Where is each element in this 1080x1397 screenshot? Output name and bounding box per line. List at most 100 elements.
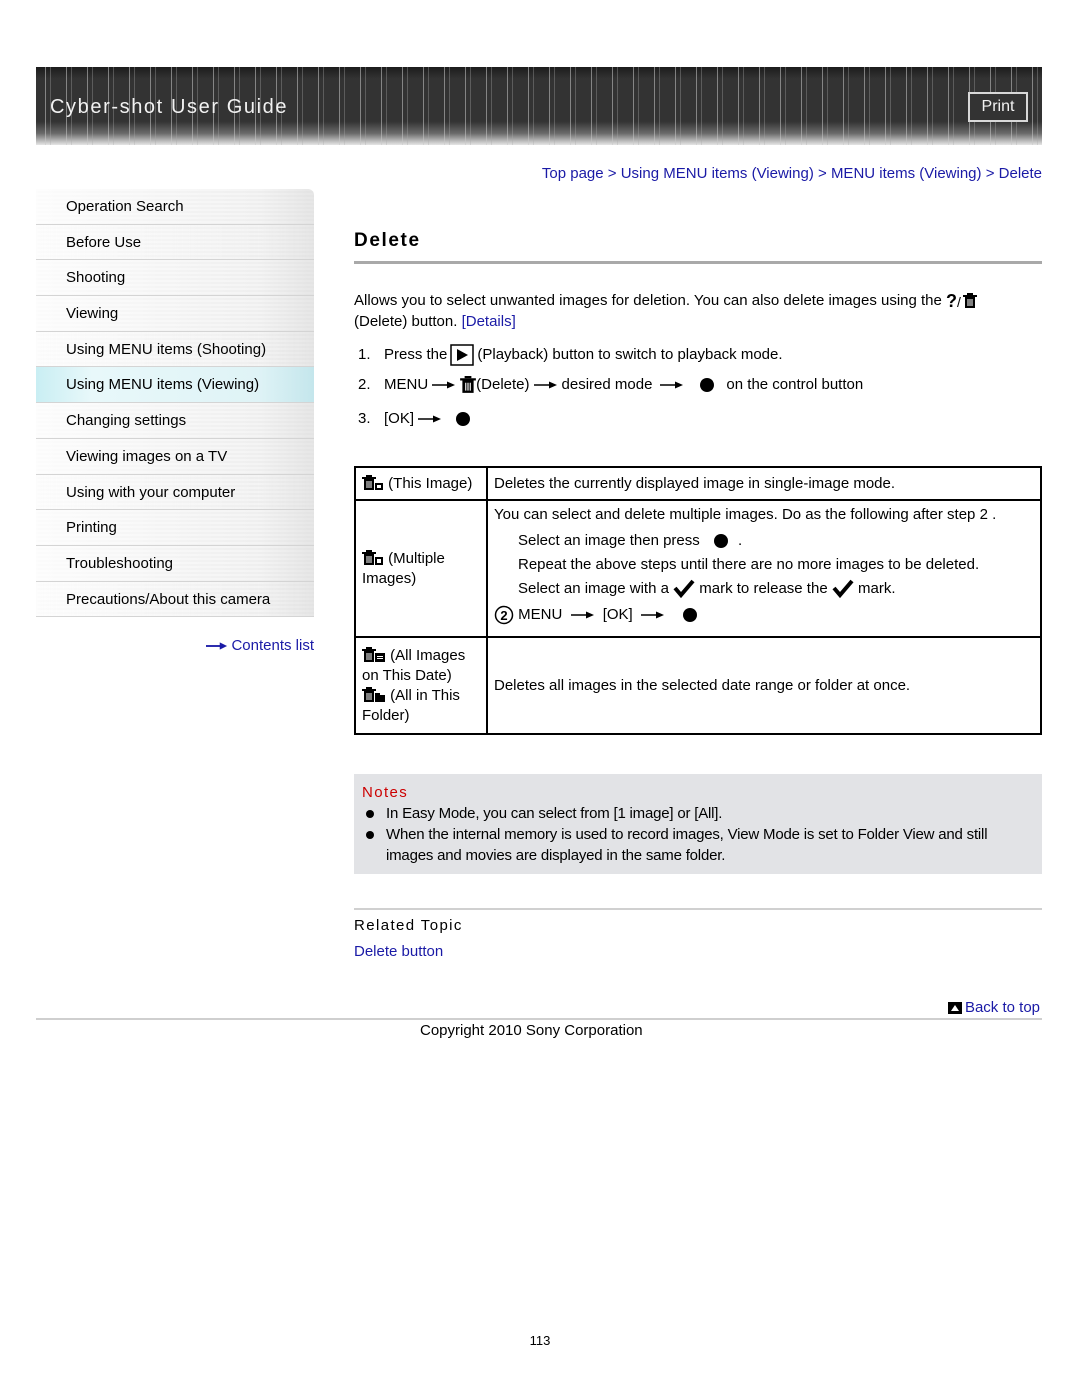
help-delete-button-icon: ? / xyxy=(946,291,978,311)
table-row: (Multiple Images) You can select and del… xyxy=(354,499,1042,638)
sidebar-item-viewing-on-tv[interactable]: Viewing images on a TV xyxy=(36,438,314,475)
main-content: Delete Allows you to select unwanted ima… xyxy=(354,230,1042,434)
notes-box: Notes In Easy Mode, you can select from … xyxy=(354,774,1042,874)
delete-modes-table: (This Image) Deletes the currently displ… xyxy=(354,466,1042,735)
sidebar-item-troubleshooting[interactable]: Troubleshooting xyxy=(36,545,314,582)
sidebar-item-printing[interactable]: Printing xyxy=(36,510,314,546)
sidebar-item-menu-shooting[interactable]: Using MENU items (Shooting) xyxy=(36,331,314,368)
breadcrumb-using-menu-viewing[interactable]: Using MENU items (Viewing) xyxy=(621,165,814,182)
sub-step-text: [OK] xyxy=(602,606,633,623)
sub-step: 2 MENU [OK] xyxy=(494,601,1034,629)
step-text: (Playback) button to switch to playback … xyxy=(477,346,783,364)
delete-trash-icon xyxy=(460,376,477,394)
breadcrumb-menu-items-viewing[interactable]: MENU items (Viewing) xyxy=(831,165,982,182)
control-button-center-icon xyxy=(683,608,698,623)
sub-step-text: mark. xyxy=(858,580,896,597)
svg-text:2: 2 xyxy=(500,608,507,623)
up-arrow-icon xyxy=(947,1002,962,1015)
arrow-right-icon xyxy=(570,610,595,620)
details-link[interactable]: [Details] xyxy=(462,313,516,330)
sidebar-item-precautions[interactable]: Precautions/About this camera xyxy=(36,581,314,618)
mode-cell: (All Images on This Date) (All in This F… xyxy=(354,636,488,735)
arrow-right-icon xyxy=(432,380,456,390)
copyright-text: Copyright 2010 Sony Corporation xyxy=(420,1022,643,1039)
delete-button-link[interactable]: Delete button xyxy=(354,943,443,960)
sidebar-item-changing-settings[interactable]: Changing settings xyxy=(36,403,314,439)
sub-step: Repeat the above steps until there are n… xyxy=(518,556,980,573)
step-number: 1. xyxy=(358,346,371,364)
desc-text: You can select and delete multiple image… xyxy=(494,506,997,523)
sub-step-text: MENU xyxy=(518,606,563,623)
sidebar-item-using-computer[interactable]: Using with your computer xyxy=(36,474,314,511)
control-button-center-icon xyxy=(700,378,715,393)
checkmark-icon xyxy=(832,579,854,599)
arrow-right-icon xyxy=(533,380,558,390)
note-item: When the internal memory is used to reco… xyxy=(366,824,1030,866)
breadcrumb-top-page[interactable]: Top page xyxy=(542,165,604,182)
playback-button-icon xyxy=(450,344,475,366)
sub-step-text: Select an image with a xyxy=(518,580,669,597)
back-to-top-label: Back to top xyxy=(964,999,1040,1016)
step-text: on the control button xyxy=(726,376,864,394)
sidebar-item-shooting[interactable]: Shooting xyxy=(36,260,314,297)
note-item: In Easy Mode, you can select from [1 ima… xyxy=(366,803,1030,824)
step-text: desired mode xyxy=(561,376,653,394)
print-button[interactable]: Print xyxy=(968,92,1028,122)
related-topic-heading: Related Topic xyxy=(354,917,463,934)
mode-label: (This Image) xyxy=(388,474,473,492)
related-topic-section: Delete button xyxy=(354,943,443,960)
notes-list: In Easy Mode, you can select from [1 ima… xyxy=(366,803,1030,866)
step-text: Press the xyxy=(384,346,448,364)
arrow-right-icon xyxy=(206,642,228,650)
desc-cell: Deletes all images in the selected date … xyxy=(486,636,1042,735)
sidebar-item-operation-search[interactable]: Operation Search xyxy=(36,189,314,225)
guide-title: Cyber-shot User Guide xyxy=(50,96,289,118)
breadcrumb-separator: > xyxy=(985,165,995,182)
contents-list-link[interactable]: Contents list xyxy=(206,637,314,654)
arrow-right-icon xyxy=(640,610,665,620)
footer-divider xyxy=(36,1018,1042,1020)
breadcrumb-separator: > xyxy=(818,165,827,182)
mode-cell: (Multiple Images) xyxy=(354,499,488,638)
svg-text:?: ? xyxy=(946,291,957,311)
sub-step: Select an image then press . xyxy=(494,529,1034,553)
breadcrumb-separator: > xyxy=(607,165,617,182)
breadcrumb: Top page > Using MENU items (Viewing) > … xyxy=(542,165,1042,182)
delete-this-image-icon xyxy=(362,474,383,491)
sub-step-text: . xyxy=(737,532,743,549)
arrow-right-icon xyxy=(418,414,442,424)
step-2: 2. MENU (Delete) desired mode on the con… xyxy=(354,370,1042,400)
sub-step-text: mark to release the xyxy=(699,580,828,597)
step-1: 1. Press the (Playback) button to switch… xyxy=(354,340,1042,370)
table-row: (This Image) Deletes the currently displ… xyxy=(354,466,1042,501)
control-button-center-icon xyxy=(713,534,728,549)
table-row: (All Images on This Date) (All in This F… xyxy=(354,636,1042,735)
contents-list-label: Contents list xyxy=(231,637,314,654)
sidebar-nav: Operation Search Before Use Shooting Vie… xyxy=(36,189,314,654)
step-3: 3. [OK] xyxy=(354,404,1042,434)
mode-cell: (This Image) xyxy=(354,466,488,501)
desc-cell: You can select and delete multiple image… xyxy=(486,499,1042,638)
svg-text:/: / xyxy=(957,294,961,310)
back-to-top-link[interactable]: Back to top xyxy=(947,999,1040,1016)
step-2-circle-icon: 2 xyxy=(494,605,514,625)
intro-line-1: Allows you to select unwanted images for… xyxy=(354,292,942,309)
sidebar-item-before-use[interactable]: Before Use xyxy=(36,224,314,261)
delete-all-date-icon xyxy=(362,646,385,663)
delete-multiple-images-icon xyxy=(362,549,383,566)
breadcrumb-delete[interactable]: Delete xyxy=(999,165,1042,182)
sub-step: Select an image with a mark to release t… xyxy=(494,577,1034,601)
step-number: 2. xyxy=(358,376,371,394)
step-number: 3. xyxy=(358,410,371,428)
sidebar-item-viewing[interactable]: Viewing xyxy=(36,296,314,332)
header-banner: Cyber-shot User Guide Print xyxy=(36,67,1042,145)
steps-list: 1. Press the (Playback) button to switch… xyxy=(354,340,1042,434)
step-text: MENU xyxy=(384,376,429,394)
page-title: Delete xyxy=(354,230,1042,264)
step-text: [OK] xyxy=(384,410,415,428)
intro-text: Allows you to select unwanted images for… xyxy=(354,290,1042,332)
sidebar-item-menu-viewing[interactable]: Using MENU items (Viewing) xyxy=(36,367,314,404)
divider xyxy=(354,908,1042,910)
intro-line-2: (Delete) button. xyxy=(354,313,458,331)
notes-title: Notes xyxy=(362,784,409,801)
